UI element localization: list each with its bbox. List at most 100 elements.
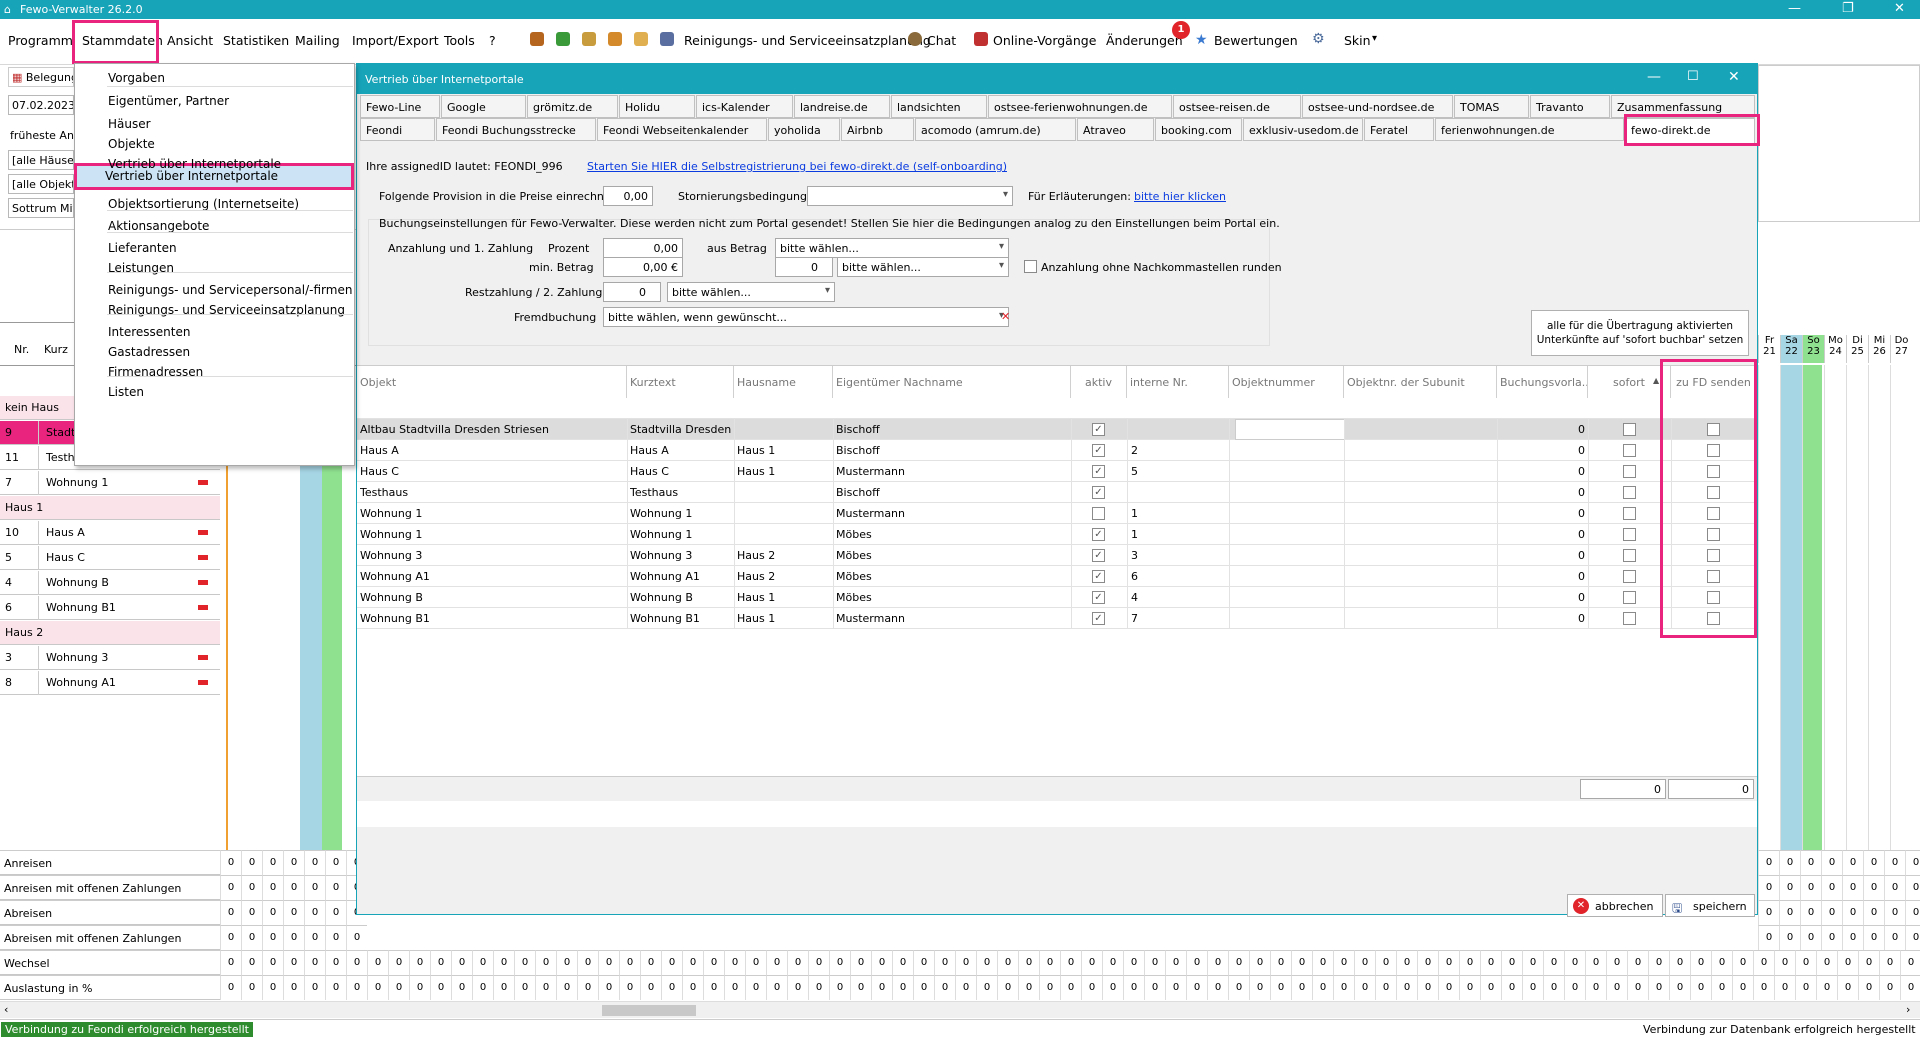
rest-stepper[interactable]: 0	[603, 282, 661, 302]
cell-sofort-checkbox[interactable]	[1623, 591, 1636, 604]
table-row[interactable]: Wohnung B1 Wohnung B1 Haus 1 Mustermann ✓ 7 0	[357, 608, 1757, 629]
tab-landreise-de[interactable]: landreise.de	[794, 95, 890, 118]
owner-icon[interactable]	[582, 32, 596, 46]
chat-icon[interactable]	[908, 32, 922, 46]
table-row[interactable]: Wohnung 1 Wohnung 1 Möbes ✓ 1 0	[357, 524, 1757, 545]
speichern-button[interactable]: 🖫 speichern	[1665, 894, 1755, 917]
cell-aktiv-checkbox[interactable]	[1092, 507, 1105, 520]
menu-tools[interactable]: Tools	[444, 33, 475, 48]
dialog-maximize-icon[interactable]: ☐	[1687, 69, 1699, 84]
cell-aktiv-checkbox[interactable]: ✓	[1092, 549, 1105, 562]
menu-bewertungen[interactable]: Bewertungen	[1214, 33, 1298, 48]
tab-feondi-buchungsstrecke[interactable]: Feondi Buchungsstrecke	[436, 118, 596, 141]
list-item[interactable]: 7 Wohnung 1	[0, 471, 220, 495]
tab-fewo-line[interactable]: Fewo-Line	[360, 95, 440, 118]
menu-aenderungen[interactable]: Änderungen	[1106, 33, 1183, 48]
list-item[interactable]: 3 Wohnung 3	[0, 646, 220, 670]
cell-sofort-checkbox[interactable]	[1623, 444, 1636, 457]
cell-aktiv-checkbox[interactable]: ✓	[1092, 612, 1105, 625]
list-item[interactable]: 4 Wohnung B	[0, 571, 220, 595]
cell-aktiv-checkbox[interactable]: ✓	[1092, 423, 1105, 436]
list-item[interactable]: 8 Wohnung A1	[0, 671, 220, 695]
tab-google[interactable]: Google	[441, 95, 526, 118]
tab-airbnb[interactable]: Airbnb	[841, 118, 914, 141]
col-header-interne-nr[interactable]: interne Nr.	[1127, 366, 1229, 398]
rest-unit-select[interactable]: bitte wählen...	[667, 282, 835, 302]
online-icon[interactable]	[974, 32, 988, 46]
storno-select[interactable]	[807, 186, 1013, 206]
table-row[interactable]: Altbau Stadtvilla Dresden Striesen Stadtv…	[357, 419, 1757, 440]
cell-objektnummer-input[interactable]	[1235, 419, 1345, 440]
menu-mailing[interactable]: Mailing	[295, 33, 340, 48]
col-header-buchungsvorlauf[interactable]: Buchungsvorla...	[1497, 366, 1588, 398]
tab-feondi-webseitenkalender[interactable]: Feondi Webseitenkalender	[597, 118, 767, 141]
cell-sofort-checkbox[interactable]	[1623, 570, 1636, 583]
cell-aktiv-checkbox[interactable]: ✓	[1092, 444, 1105, 457]
menu-chat[interactable]: Chat	[927, 33, 956, 48]
person-icon[interactable]	[530, 32, 544, 46]
tab-ostsee-ferienwohnungen-de[interactable]: ostsee-ferienwohnungen.de	[988, 95, 1172, 118]
cell-aktiv-checkbox[interactable]: ✓	[1092, 591, 1105, 604]
haeuser-select[interactable]: [alle Häuser]	[8, 150, 74, 170]
minbetrag-input[interactable]: 0,00 €	[603, 257, 683, 277]
tab-ostsee-reisen-de[interactable]: ostsee-reisen.de	[1173, 95, 1301, 118]
ausbetrag-select[interactable]: bitte wählen...	[775, 238, 1009, 258]
cleaning-icon[interactable]	[660, 32, 674, 46]
cell-sofort-checkbox[interactable]	[1623, 465, 1636, 478]
maximize-icon[interactable]: ❐	[1842, 1, 1854, 16]
tab-landsichten[interactable]: landsichten	[891, 95, 987, 118]
tab-booking-com[interactable]: booking.com	[1155, 118, 1242, 141]
table-row[interactable]: Testhaus Testhaus Bischoff ✓ 0	[357, 482, 1757, 503]
horizontal-scrollbar[interactable]: ‹ ›	[0, 1001, 1920, 1018]
days-stepper[interactable]: 0	[775, 257, 833, 277]
provision-input[interactable]: 0,00	[603, 186, 653, 206]
fremdbuchung-select[interactable]: bitte wählen, wenn gewünscht...	[603, 307, 1009, 327]
calendar-icon[interactable]	[634, 32, 648, 46]
list-item[interactable]: 5 Haus C	[0, 546, 220, 570]
col-header-eigentuemer[interactable]: Eigentümer Nachname	[833, 366, 1071, 398]
erlaeuterung-link[interactable]: bitte hier klicken	[1134, 190, 1226, 203]
cell-aktiv-checkbox[interactable]: ✓	[1092, 570, 1105, 583]
tab-gr-mitz-de[interactable]: grömitz.de	[527, 95, 618, 118]
cell-sofort-checkbox[interactable]	[1623, 423, 1636, 436]
table-row[interactable]: Haus A Haus A Haus 1 Bischoff ✓ 2 0	[357, 440, 1757, 461]
tab-tomas[interactable]: TOMAS	[1454, 95, 1529, 118]
menu-item-reinigungsplanung[interactable]: Reinigungs- und Serviceeinsatzplanung	[75, 298, 354, 322]
col-header-subunit[interactable]: Objektnr. der Subunit	[1344, 366, 1497, 398]
menu-item-listen[interactable]: Listen	[75, 380, 354, 404]
col-header-objektnummer[interactable]: Objektnummer	[1229, 366, 1344, 398]
prozent-input[interactable]: 0,00	[603, 238, 683, 258]
sofort-buchbar-button[interactable]: alle für die Übertragung aktivierten Unt…	[1531, 310, 1749, 356]
close-icon[interactable]: ✕	[1894, 1, 1905, 16]
days-unit-select[interactable]: bitte wählen...	[837, 257, 1009, 277]
filter-row[interactable]	[357, 398, 1757, 419]
menu-item-leistungen[interactable]: Leistungen	[75, 256, 354, 280]
tab-travanto[interactable]: Travanto	[1530, 95, 1610, 118]
col-header-hausname[interactable]: Hausname	[734, 366, 833, 398]
dialog-close-icon[interactable]: ✕	[1728, 69, 1740, 85]
menu-item-eigentuemer[interactable]: Eigentümer, Partner	[75, 89, 354, 113]
tab-feratel[interactable]: Feratel	[1364, 118, 1434, 141]
sottrum-select[interactable]: Sottrum Mitte	[8, 198, 74, 218]
tab-exklusiv-usedom-de[interactable]: exklusiv-usedom.de	[1243, 118, 1363, 141]
tab-holidu[interactable]: Holidu	[619, 95, 695, 118]
cell-sofort-checkbox[interactable]	[1623, 486, 1636, 499]
self-registration-link[interactable]: Starten Sie HIER die Selbstregistrierung…	[587, 160, 1007, 173]
menu-skin[interactable]: Skin	[1344, 33, 1371, 48]
objekte-select[interactable]: [alle Objekte	[8, 174, 74, 194]
belegung-button[interactable]: ▦ Belegung	[8, 67, 74, 87]
runden-checkbox[interactable]	[1024, 260, 1037, 273]
clear-icon[interactable]: ✕	[1001, 310, 1010, 323]
guest-icon[interactable]	[608, 32, 622, 46]
gear-icon[interactable]: ⚙	[1312, 31, 1325, 47]
cell-sofort-checkbox[interactable]	[1623, 507, 1636, 520]
menu-import-export[interactable]: Import/Export	[352, 33, 439, 48]
scroll-thumb[interactable]	[602, 1005, 696, 1016]
table-row[interactable]: Wohnung 1 Wohnung 1 Mustermann 1 0	[357, 503, 1757, 524]
menu-statistiken[interactable]: Statistiken	[223, 33, 289, 48]
cell-aktiv-checkbox[interactable]: ✓	[1092, 465, 1105, 478]
cell-aktiv-checkbox[interactable]: ✓	[1092, 528, 1105, 541]
menu-online-vorgaenge[interactable]: Online-Vorgänge	[993, 33, 1096, 48]
table-row[interactable]: Wohnung B Wohnung B Haus 1 Möbes ✓ 4 0	[357, 587, 1757, 608]
col-header-objekt[interactable]: Objekt	[357, 366, 627, 398]
